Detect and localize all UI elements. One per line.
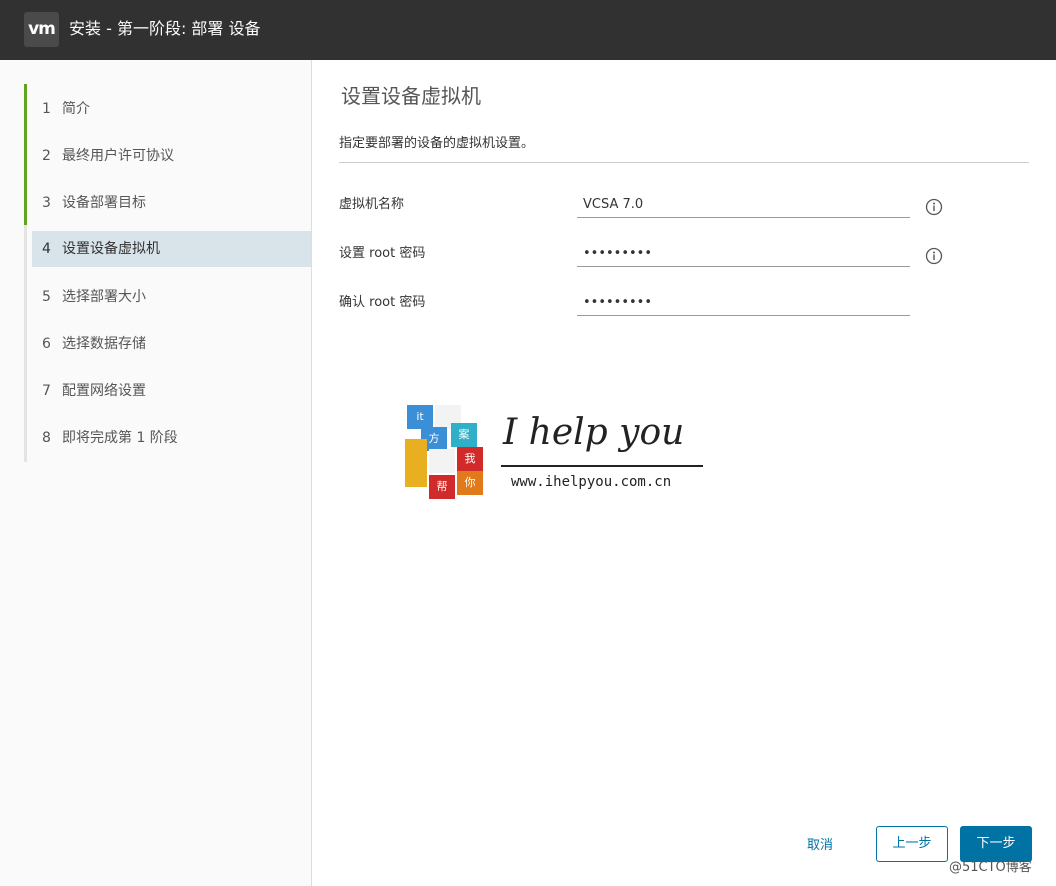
cube-face: 帮 xyxy=(429,475,455,499)
watermark-text: I help you xyxy=(503,412,685,453)
divider xyxy=(339,162,1029,163)
step-introduction[interactable]: 1 简介 xyxy=(32,91,311,127)
step-label: 选择数据存储 xyxy=(62,336,146,352)
cube-face-avatar xyxy=(429,449,455,473)
cube-face: 案 xyxy=(451,423,477,447)
watermark-url: www.ihelpyou.com.cn xyxy=(511,474,672,490)
cancel-button[interactable]: 取消 xyxy=(807,832,833,860)
watermark: it 方 案 我 帮 你 I help you www.ihelpyou.com… xyxy=(403,403,703,505)
page-description: 指定要部署的设备的虚拟机设置。 xyxy=(339,136,535,151)
info-icon[interactable] xyxy=(925,198,943,216)
site-credit: @51CTO博客 xyxy=(949,860,1032,875)
step-setup-vm[interactable]: 4 设置设备虚拟机 xyxy=(32,231,311,267)
step-label: 设置设备虚拟机 xyxy=(62,241,160,257)
app-header: vm 安装 - 第一阶段: 部署 设备 xyxy=(0,0,1056,60)
step-label: 选择部署大小 xyxy=(62,289,146,305)
confirm-password-label: 确认 root 密码 xyxy=(339,295,426,310)
root-password-input[interactable] xyxy=(577,241,910,267)
vmware-logo: vm xyxy=(24,12,59,47)
next-button[interactable]: 下一步 xyxy=(960,826,1032,862)
vm-name-input[interactable] xyxy=(577,192,910,218)
cube-side xyxy=(405,439,427,487)
main-panel: 设置设备虚拟机 指定要部署的设备的虚拟机设置。 虚拟机名称 设置 root 密码… xyxy=(313,60,1056,886)
root-password-label: 设置 root 密码 xyxy=(339,246,426,261)
step-label: 即将完成第 1 阶段 xyxy=(62,430,178,446)
step-eula[interactable]: 2 最终用户许可协议 xyxy=(32,138,311,174)
info-icon[interactable] xyxy=(925,247,943,265)
step-deployment-size[interactable]: 5 选择部署大小 xyxy=(32,279,311,315)
confirm-password-input[interactable] xyxy=(577,290,910,316)
step-label: 最终用户许可协议 xyxy=(62,148,174,164)
vm-name-label: 虚拟机名称 xyxy=(339,197,405,212)
app-title: 安装 - 第一阶段: 部署 设备 xyxy=(69,19,261,38)
cube-face: 我 xyxy=(457,447,483,471)
step-datastore[interactable]: 6 选择数据存储 xyxy=(32,326,311,362)
watermark-underline xyxy=(501,465,703,467)
back-button[interactable]: 上一步 xyxy=(876,826,948,862)
step-ready-to-complete[interactable]: 8 即将完成第 1 阶段 xyxy=(32,420,311,456)
cube-face: it xyxy=(407,405,433,429)
step-label: 配置网络设置 xyxy=(62,383,146,399)
step-deployment-target[interactable]: 3 设备部署目标 xyxy=(32,185,311,221)
step-label: 设备部署目标 xyxy=(62,195,146,211)
wizard-sidebar: 1 简介 2 最终用户许可协议 3 设备部署目标 4 设置设备虚拟机 5 选择部署大小 6… xyxy=(0,60,312,886)
step-label: 简介 xyxy=(62,101,90,117)
step-network[interactable]: 7 配置网络设置 xyxy=(32,373,311,409)
page-title: 设置设备虚拟机 xyxy=(341,84,481,108)
progress-fill xyxy=(24,84,27,225)
cube-face: 你 xyxy=(457,471,483,495)
